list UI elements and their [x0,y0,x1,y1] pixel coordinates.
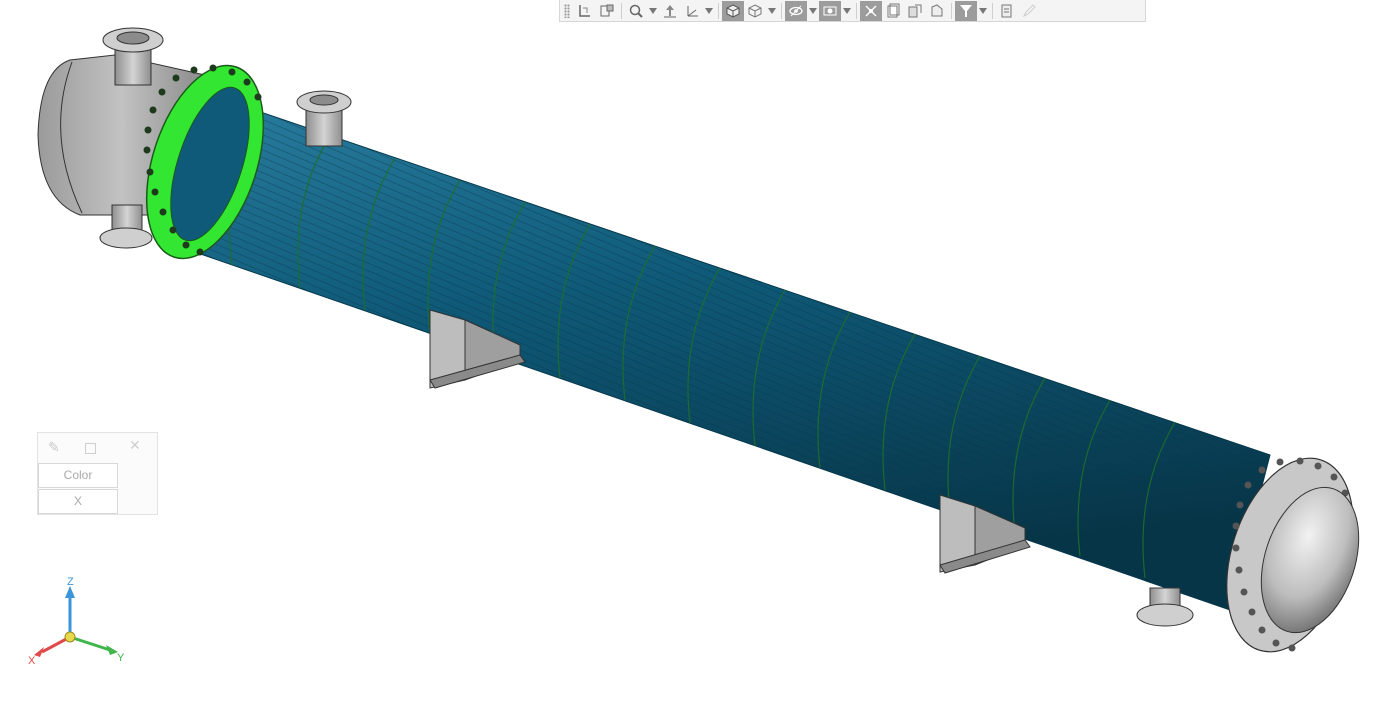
chevron-down-icon[interactable] [841,1,853,21]
hide-show-items-icon[interactable] [785,0,807,21]
chevron-down-icon[interactable] [647,1,659,21]
triad-y-label: Y [117,652,125,664]
color-field[interactable]: Color [38,463,118,488]
view-orientation-icon[interactable] [659,1,681,21]
toolbar-separator [856,2,857,19]
view-settings-icon[interactable] [882,1,904,21]
close-icon[interactable]: ✕ [129,438,141,454]
chevron-down-icon[interactable] [703,1,715,21]
section-view-icon[interactable] [596,1,618,21]
toolbar-separator [621,2,622,19]
chevron-down-icon[interactable] [807,1,819,21]
toolbar-separator [992,2,993,19]
panel-title-bar[interactable]: ✎ ✕ [38,433,157,463]
model-viewport[interactable]: Z Y X [0,0,1391,703]
apply-scene-icon[interactable] [860,0,882,21]
selection-filter-icon[interactable] [996,1,1018,21]
chevron-down-icon[interactable] [766,1,778,21]
triad-z-label: Z [67,576,74,588]
zoom-to-area-icon[interactable] [625,1,647,21]
drawing-view-icon[interactable] [926,1,948,21]
toolbar-separator [718,2,719,19]
toolbar-grip[interactable] [564,3,570,18]
display-style-icon[interactable] [722,0,744,21]
maximize-icon[interactable] [85,443,96,454]
pencil-icon[interactable] [1018,1,1040,21]
filter-icon[interactable] [955,0,977,21]
tube-bundle[interactable] [159,87,1271,611]
chevron-down-icon[interactable] [977,1,989,21]
floating-property-panel: ✎ ✕ Color X [37,432,158,515]
toolbar-separator [781,2,782,19]
toolbar-separator [951,2,952,19]
x-field[interactable]: X [38,489,118,514]
wireframe-icon[interactable] [744,1,766,21]
previous-view-icon[interactable] [574,1,596,21]
edit-appearance-icon[interactable] [819,0,841,21]
triad-x-label: X [28,655,36,667]
reference-triad[interactable]: Z Y X [28,576,125,667]
heads-up-view-toolbar [559,0,1146,22]
pin-icon[interactable]: ✎ [48,440,60,456]
copy-view-icon[interactable] [904,1,926,21]
axes-orientation-icon[interactable] [681,1,703,21]
